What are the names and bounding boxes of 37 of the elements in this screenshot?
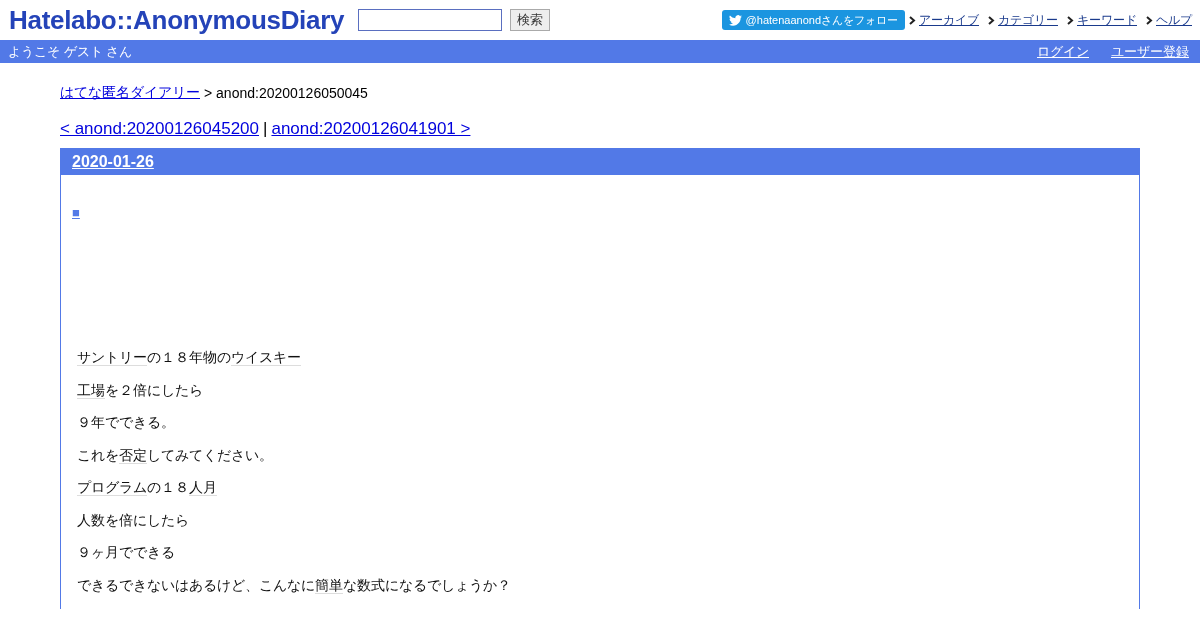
next-link[interactable]: anond:20200126041901 > <box>271 119 471 139</box>
paragraph: ９年でできる。 <box>77 414 176 432</box>
chevron-icon <box>988 15 995 25</box>
keyword-link[interactable]: サントリー <box>77 349 147 366</box>
keyword-link[interactable]: ウイスキー <box>231 349 301 366</box>
permalink[interactable]: ■ <box>72 205 80 220</box>
nav-link[interactable]: キーワード <box>1077 11 1137 29</box>
nav-link[interactable]: ヘルプ <box>1156 11 1192 29</box>
previous-link[interactable]: < anond:20200126045200 <box>60 119 259 139</box>
keyword-link[interactable]: 人月 <box>189 479 217 496</box>
nav-link[interactable]: アーカイブ <box>919 11 979 29</box>
account-link[interactable]: ログイン <box>1037 42 1089 61</box>
keyword-link[interactable]: 工場 <box>77 381 105 399</box>
keyword-link[interactable]: 否定 <box>119 446 147 464</box>
paragraph: これを否定 してみてください。 <box>77 446 274 464</box>
chevron-icon <box>909 15 916 25</box>
paragraph: ９ヶ月でできる <box>77 544 176 562</box>
nav-link[interactable]: カテゴリー <box>998 11 1058 29</box>
paragraph: サントリーの１８年物のウイスキー <box>77 349 302 367</box>
date-link[interactable]: 2020-01-26 <box>72 153 154 171</box>
bird-icon <box>728 14 742 26</box>
keyword-link[interactable]: プログラム <box>77 479 147 496</box>
search-button[interactable]: 検索 <box>510 9 551 31</box>
greeting-text: ようこそ ゲスト さん <box>8 42 133 61</box>
keyword-link[interactable]: 簡単 <box>315 576 343 594</box>
chevron-icon <box>1067 15 1074 25</box>
site-logo[interactable]: Hatelabo::AnonymousDiary <box>9 4 345 36</box>
paragraph: 工場を２倍にしたら <box>77 381 204 399</box>
search-field[interactable] <box>358 9 503 31</box>
paragraph: 人数を倍にしたら <box>77 511 190 529</box>
chevron-icon <box>1146 15 1153 25</box>
paragraph: プログラムの１８人月 <box>77 479 218 497</box>
separator: | <box>263 119 268 139</box>
paragraph: できるできないはあるけど、こんなに簡単な数式になるでしょうか？ <box>77 576 512 594</box>
breadcrumb-current: > anond:20200126050045 <box>204 85 368 101</box>
breadcrumb-link[interactable]: はてな匿名ダイアリー <box>60 84 200 102</box>
account-link[interactable]: ユーザー登録 <box>1111 42 1189 61</box>
